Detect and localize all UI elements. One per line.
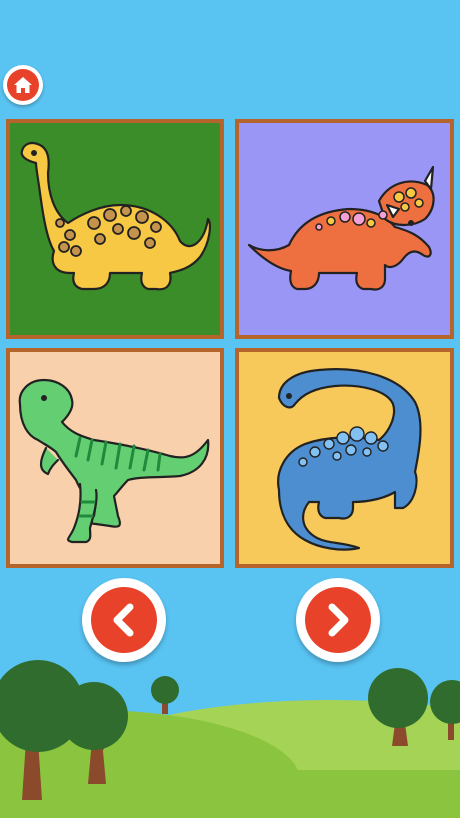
orange-triceratops-illustration (239, 123, 450, 335)
green-tyrannosaurus-illustration (10, 352, 220, 564)
blue-diplodocus-illustration (239, 352, 450, 564)
next-page-button[interactable] (296, 578, 380, 662)
grass-ground (0, 770, 460, 818)
dino-tile-4[interactable] (235, 348, 454, 568)
dino-tile-1[interactable] (6, 119, 224, 339)
tree-small (151, 676, 179, 714)
dino-tile-3[interactable] (6, 348, 224, 568)
next-button-face (305, 587, 371, 653)
dino-tile-2[interactable] (235, 119, 454, 339)
yellow-brachiosaurus-illustration (10, 123, 220, 335)
chevron-left-icon (113, 603, 134, 637)
home-button[interactable] (3, 65, 43, 105)
previous-page-button[interactable] (82, 578, 166, 662)
previous-button-face (91, 587, 157, 653)
home-button-face (7, 69, 39, 101)
chevron-right-icon (328, 603, 349, 637)
grassy-hills-background (0, 660, 460, 818)
home-icon (14, 77, 32, 93)
